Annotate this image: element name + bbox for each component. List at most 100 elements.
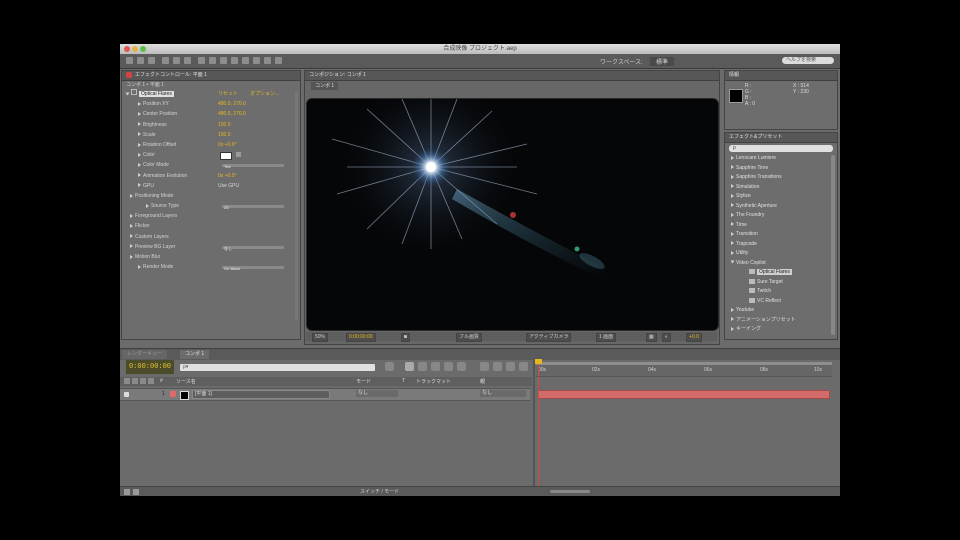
property-dropdown[interactable]: なし bbox=[222, 245, 284, 251]
property-value[interactable]: 0x +0.0° bbox=[218, 140, 237, 150]
expand-triangle-icon[interactable] bbox=[125, 92, 130, 96]
property-value[interactable]: 100.0 bbox=[218, 120, 231, 130]
effect-category[interactable]: Simulation bbox=[725, 183, 837, 193]
effect-category[interactable]: Youtube bbox=[725, 306, 837, 316]
draft-3d-icon[interactable] bbox=[405, 362, 414, 371]
expand-triangle-icon[interactable] bbox=[130, 254, 133, 259]
disclosure-triangle-icon[interactable] bbox=[731, 326, 734, 331]
expand-triangle-icon[interactable] bbox=[130, 244, 133, 249]
time-ruler[interactable]: 00s 02s 04s 06s 08s 10s bbox=[536, 362, 832, 377]
mask-tool-icon[interactable] bbox=[198, 57, 205, 64]
effect-item[interactable]: Sure Target bbox=[725, 278, 837, 288]
effect-category[interactable]: Video Copilot bbox=[725, 259, 837, 269]
layer-parent-select[interactable]: なし bbox=[480, 390, 526, 397]
pen-tool-icon[interactable] bbox=[209, 57, 216, 64]
effect-property-row[interactable]: Rotation Offset 0x +0.0° bbox=[122, 140, 300, 150]
effect-category[interactable]: アニメーションプリセット bbox=[725, 316, 837, 326]
comp-sub-tab[interactable]: コンポ 1 bbox=[311, 82, 339, 90]
property-value[interactable]: 100.0 bbox=[218, 130, 231, 140]
expand-triangle-icon[interactable] bbox=[130, 193, 133, 198]
disclosure-triangle-icon[interactable] bbox=[731, 184, 734, 189]
layer-row[interactable]: 1 [平面 1] なし なし bbox=[120, 388, 530, 401]
expand-triangle-icon[interactable] bbox=[138, 173, 141, 178]
roto-brush-tool-icon[interactable] bbox=[264, 57, 271, 64]
effect-property-row[interactable]: Animation Evolution 0x +0.0° bbox=[122, 171, 300, 181]
expand-triangle-icon[interactable] bbox=[130, 213, 133, 218]
brainstorm-icon[interactable] bbox=[457, 362, 466, 371]
disclosure-triangle-icon[interactable] bbox=[731, 241, 734, 246]
effect-name[interactable]: Optical Flares bbox=[139, 91, 174, 97]
mask-visibility-icon[interactable]: ◐ bbox=[662, 333, 672, 342]
current-time-display[interactable]: 0:00:00:00 bbox=[126, 360, 174, 374]
effect-category[interactable]: Sapphire Time bbox=[725, 164, 837, 174]
auto-keyframe-icon[interactable] bbox=[493, 362, 502, 371]
expand-triangle-icon[interactable] bbox=[138, 112, 141, 117]
clone-stamp-tool-icon[interactable] bbox=[242, 57, 249, 64]
help-search-input[interactable]: ヘルプを検索 bbox=[782, 57, 834, 64]
selection-tool-icon[interactable] bbox=[126, 57, 133, 64]
timeline-options-icon[interactable] bbox=[519, 362, 528, 371]
zoom-slider[interactable] bbox=[550, 490, 590, 493]
fx-toggle-icon[interactable] bbox=[131, 89, 137, 95]
effect-category[interactable]: Transition bbox=[725, 230, 837, 240]
effect-property-row[interactable]: Custom Layers bbox=[122, 232, 300, 242]
effect-property-row[interactable]: Positioning Mode bbox=[122, 191, 300, 201]
layer-duration-bar[interactable] bbox=[538, 390, 830, 399]
zoom-select[interactable]: 50% bbox=[312, 333, 329, 342]
property-dropdown[interactable]: Tint bbox=[222, 164, 284, 169]
lock-icon[interactable] bbox=[148, 378, 154, 384]
disclosure-triangle-icon[interactable] bbox=[731, 155, 734, 160]
disclosure-triangle-icon[interactable] bbox=[731, 222, 734, 227]
solo-icon[interactable] bbox=[140, 378, 146, 384]
layer-label-color[interactable] bbox=[170, 391, 176, 397]
tab-comp-1[interactable]: コンポ 1 bbox=[180, 350, 210, 359]
reset-link[interactable]: リセット bbox=[218, 89, 238, 99]
pan-behind-tool-icon[interactable] bbox=[184, 57, 191, 64]
text-tool-icon[interactable] bbox=[220, 57, 227, 64]
effect-category[interactable]: Synthetic Aperture bbox=[725, 202, 837, 212]
expand-triangle-icon[interactable] bbox=[146, 203, 149, 208]
layer-switches-icon[interactable] bbox=[124, 489, 130, 495]
effect-property-row[interactable]: Preview BG Layer なし bbox=[122, 242, 300, 252]
disclosure-triangle-icon[interactable] bbox=[731, 203, 734, 208]
options-link[interactable]: オプション... bbox=[250, 89, 279, 99]
property-value[interactable]: 0x +0.0° bbox=[218, 171, 237, 181]
disclosure-triangle-icon[interactable] bbox=[730, 260, 735, 264]
property-value[interactable]: 480.0, 270.0 bbox=[218, 99, 246, 109]
effect-property-row[interactable]: Color bbox=[122, 150, 300, 161]
hand-tool-icon[interactable] bbox=[137, 57, 144, 64]
current-time-indicator[interactable] bbox=[538, 362, 539, 486]
effects-presets-tab[interactable]: エフェクト&プリセット bbox=[725, 133, 837, 143]
disclosure-triangle-icon[interactable] bbox=[731, 212, 734, 217]
effect-property-row[interactable]: Brightness 100.0 bbox=[122, 120, 300, 130]
effect-property-row[interactable]: Position XY 480.0, 270.0 bbox=[122, 99, 300, 109]
frame-blending-icon[interactable] bbox=[431, 362, 440, 371]
effect-property-row[interactable]: GPU Use GPU bbox=[122, 181, 300, 191]
expand-triangle-icon[interactable] bbox=[138, 183, 141, 188]
effect-item[interactable]: VC Reflect bbox=[725, 297, 837, 307]
eyedropper-icon[interactable] bbox=[236, 152, 241, 158]
graph-editor-icon[interactable] bbox=[480, 362, 489, 371]
camera-tool-icon[interactable] bbox=[173, 57, 180, 64]
views-select[interactable]: 1 画面 bbox=[596, 333, 617, 342]
effect-category[interactable]: Sapphire Transitions bbox=[725, 173, 837, 183]
effects-scrollbar[interactable] bbox=[831, 155, 835, 335]
disclosure-triangle-icon[interactable] bbox=[731, 165, 734, 170]
puppet-tool-icon[interactable] bbox=[275, 57, 282, 64]
grid-icon[interactable]: ▦ bbox=[646, 333, 657, 342]
playhead-handle[interactable] bbox=[535, 359, 542, 364]
effect-property-row[interactable]: Foreground Layers bbox=[122, 211, 300, 221]
composition-tab[interactable]: コンポジション: コンポ 1 bbox=[305, 71, 719, 81]
effect-category[interactable]: Time bbox=[725, 221, 837, 231]
workspace-select[interactable]: 標準 bbox=[650, 57, 675, 66]
effect-controls-scrollbar[interactable] bbox=[295, 91, 298, 321]
effect-property-row[interactable]: Flicker bbox=[122, 221, 300, 231]
live-update-icon[interactable] bbox=[506, 362, 515, 371]
eraser-tool-icon[interactable] bbox=[253, 57, 260, 64]
property-dropdown[interactable]: 2D bbox=[222, 205, 284, 210]
disclosure-triangle-icon[interactable] bbox=[731, 174, 734, 179]
expand-triangle-icon[interactable] bbox=[138, 132, 141, 137]
tab-render-queue[interactable]: レンダーキュー bbox=[122, 350, 168, 359]
expand-triangle-icon[interactable] bbox=[138, 162, 141, 167]
effect-property-row[interactable]: Scale 100.0 bbox=[122, 130, 300, 140]
